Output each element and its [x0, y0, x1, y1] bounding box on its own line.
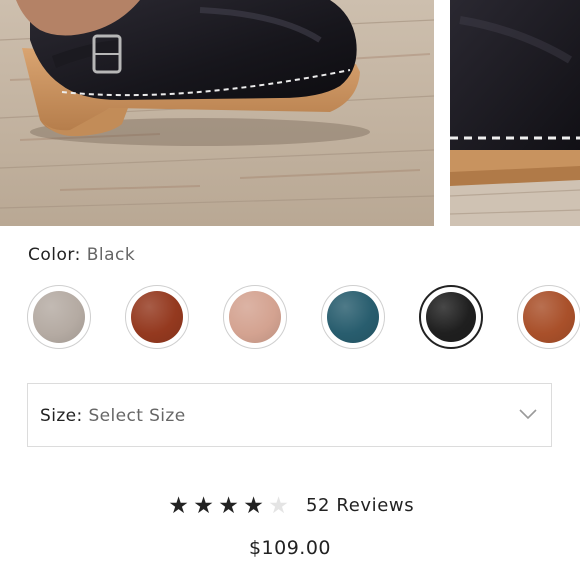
size-selected-value: Select Size: [88, 406, 186, 426]
size-label-text: Size:: [40, 406, 83, 426]
product-image-carousel[interactable]: [0, 0, 580, 226]
star-icon: ★: [218, 493, 239, 519]
selected-color-value: Black: [86, 245, 136, 265]
star-empty-icon: ★: [268, 493, 289, 519]
color-swatch-teal[interactable]: [321, 285, 385, 349]
product-rating: ★ ★ ★ ★ ★ 52 Reviews: [0, 493, 580, 519]
product-price: $109.00: [248, 537, 332, 559]
reviews-link[interactable]: 52 Reviews: [306, 495, 414, 516]
star-icon: ★: [193, 493, 214, 519]
star-rating: ★ ★ ★ ★ ★: [166, 493, 291, 519]
color-swatch-taupe[interactable]: [27, 285, 91, 349]
color-swatch-brown[interactable]: [125, 285, 189, 349]
color-swatch-black[interactable]: [419, 285, 483, 349]
color-label-text: Color:: [28, 245, 81, 265]
color-label: Color: Black: [28, 245, 135, 265]
swatch-fill: [131, 291, 183, 343]
swatch-fill: [327, 291, 379, 343]
color-swatch-list: [0, 285, 580, 353]
swatch-fill: [426, 292, 476, 342]
color-swatch-cognac[interactable]: [517, 285, 580, 349]
product-photo-next[interactable]: [450, 0, 580, 226]
size-dropdown[interactable]: Size: Select Size: [27, 383, 552, 447]
chevron-down-icon: [519, 409, 537, 420]
swatch-fill: [229, 291, 281, 343]
star-icon: ★: [168, 493, 189, 519]
size-dropdown-label: Size: Select Size: [40, 406, 186, 426]
swatch-fill: [33, 291, 85, 343]
star-icon: ★: [243, 493, 264, 519]
product-photo-main[interactable]: [0, 0, 434, 226]
color-swatch-pink[interactable]: [223, 285, 287, 349]
swatch-fill: [523, 291, 575, 343]
